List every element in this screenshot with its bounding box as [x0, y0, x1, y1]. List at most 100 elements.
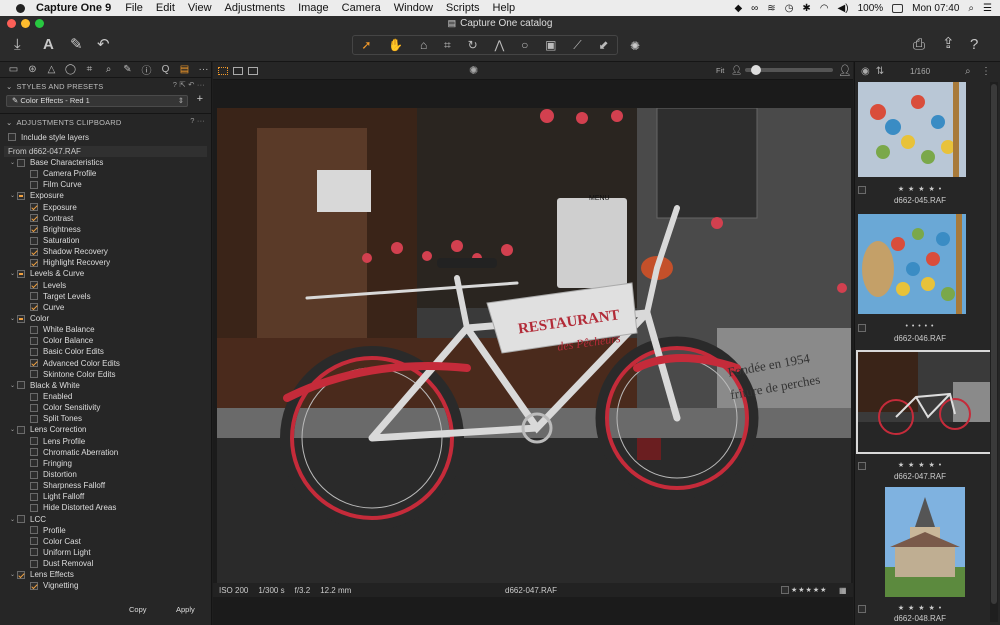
- time-machine-icon[interactable]: ◷: [785, 3, 794, 14]
- styles-preset-dropdown[interactable]: ✎ Color Effects - Red 1 ⇕ +: [6, 94, 203, 107]
- adjustment-checkbox[interactable]: [30, 214, 38, 223]
- adjustment-checkbox[interactable]: [30, 437, 38, 446]
- adjustment-group-row[interactable]: ⌄ Lens Correction: [0, 424, 211, 435]
- sync-icon[interactable]: ≋: [767, 3, 775, 14]
- adjustment-checkbox[interactable]: [17, 269, 25, 278]
- adjustment-checkbox[interactable]: [30, 503, 38, 512]
- adjustment-item-row[interactable]: Sharpness Falloff: [0, 480, 211, 491]
- eye-icon[interactable]: ◉: [861, 66, 870, 77]
- adjustment-checkbox[interactable]: [30, 481, 38, 490]
- minimize-window-button[interactable]: [21, 19, 30, 28]
- volume-icon[interactable]: ◀): [838, 3, 849, 14]
- thumbnail-2-stars[interactable]: • • • • •: [855, 323, 985, 330]
- capture-tab-icon[interactable]: ⊛: [25, 64, 40, 75]
- apple-icon[interactable]: [14, 2, 28, 14]
- spot-removal-tool-icon[interactable]: ○: [521, 38, 528, 52]
- adjustment-checkbox[interactable]: [17, 570, 25, 579]
- output-tab-icon[interactable]: Q: [158, 64, 173, 75]
- collapse-icon[interactable]: ⌄: [6, 82, 12, 91]
- library-tab-icon[interactable]: ▭: [6, 64, 21, 75]
- adjustment-item-row[interactable]: Basic Color Edits: [0, 346, 211, 357]
- menu-view[interactable]: View: [188, 2, 212, 14]
- menu-file[interactable]: File: [125, 2, 143, 14]
- color-tab-icon[interactable]: △: [44, 64, 59, 75]
- color-tag-icon[interactable]: ▦: [839, 586, 847, 595]
- expand-chevron-icon[interactable]: ⌄: [8, 382, 17, 389]
- adjustment-item-row[interactable]: Camera Profile: [0, 168, 211, 179]
- picker-tool-icon[interactable]: ⟋: [573, 38, 581, 53]
- adjustment-item-row[interactable]: Color Cast: [0, 536, 211, 547]
- adjustment-item-row[interactable]: Highlight Recovery: [0, 257, 211, 268]
- grid-view-icon[interactable]: [218, 66, 228, 75]
- expand-chevron-icon[interactable]: ⌄: [8, 516, 17, 523]
- keystone-tool-icon[interactable]: ⋀: [494, 38, 504, 52]
- adjustment-item-row[interactable]: Skintone Color Edits: [0, 369, 211, 380]
- menu-window[interactable]: Window: [394, 2, 433, 14]
- thumbnail-1-stars[interactable]: ★ ★ ★ ★ •: [855, 185, 985, 193]
- adjustment-item-row[interactable]: Exposure: [0, 202, 211, 213]
- lens-tab-icon[interactable]: ◯: [63, 64, 78, 75]
- adjustment-checkbox[interactable]: [30, 403, 38, 412]
- notification-center-icon[interactable]: ☰: [983, 3, 992, 14]
- adjustment-checkbox[interactable]: [30, 559, 38, 568]
- browser-options-icon[interactable]: ⋮: [981, 66, 991, 77]
- menu-image[interactable]: Image: [298, 2, 329, 14]
- adjustment-checkbox[interactable]: [30, 414, 38, 423]
- adjustments-tab-icon[interactable]: ▤: [177, 64, 192, 75]
- text-tool-icon[interactable]: A: [43, 37, 54, 53]
- expand-chevron-icon[interactable]: ⌄: [8, 192, 17, 199]
- print-icon[interactable]: ⎙: [913, 37, 925, 53]
- adjustment-checkbox[interactable]: [30, 359, 38, 368]
- menu-app-name[interactable]: Capture One 9: [36, 2, 111, 14]
- adjustment-checkbox[interactable]: [30, 448, 38, 457]
- expand-chevron-icon[interactable]: ⌄: [8, 270, 17, 277]
- zoom-slider-thumb[interactable]: [751, 65, 761, 75]
- adjustment-group-row[interactable]: ⌄ Lens Effects: [0, 569, 211, 580]
- main-photo[interactable]: RESTAURANT des Pêcheurs Fondée en 1954 f…: [217, 108, 851, 584]
- undo-icon[interactable]: ↶: [97, 37, 110, 53]
- adjustment-item-row[interactable]: Levels: [0, 280, 211, 291]
- adjustment-item-row[interactable]: Color Balance: [0, 335, 211, 346]
- more-tabs-icon[interactable]: ···: [196, 64, 211, 75]
- expand-chevron-icon[interactable]: ⌄: [8, 426, 17, 433]
- thumbnail-3-selected[interactable]: [856, 350, 995, 454]
- battery-text[interactable]: 100%: [858, 3, 884, 14]
- adjustment-checkbox[interactable]: [30, 336, 38, 345]
- adjustment-checkbox[interactable]: [30, 526, 38, 535]
- menu-edit[interactable]: Edit: [156, 2, 175, 14]
- adjustment-item-row[interactable]: Fringing: [0, 458, 211, 469]
- spotlight-icon[interactable]: ⌕: [968, 3, 974, 14]
- select-tool-icon[interactable]: ➚: [361, 38, 371, 52]
- adjustment-item-row[interactable]: Film Curve: [0, 179, 211, 190]
- rotate-tool-icon[interactable]: ↻: [468, 38, 478, 52]
- menu-help[interactable]: Help: [493, 2, 516, 14]
- adjustment-item-row[interactable]: Advanced Color Edits: [0, 358, 211, 369]
- zoom-slider[interactable]: [745, 65, 833, 75]
- adjustment-item-row[interactable]: Color Sensitivity: [0, 402, 211, 413]
- adjustment-item-row[interactable]: Enabled: [0, 391, 211, 402]
- adjustment-item-row[interactable]: Contrast: [0, 213, 211, 224]
- adjustment-item-row[interactable]: White Balance: [0, 324, 211, 335]
- adjustment-item-row[interactable]: Profile: [0, 525, 211, 536]
- adjustment-checkbox[interactable]: [30, 325, 38, 334]
- adjustment-item-row[interactable]: Uniform Light: [0, 547, 211, 558]
- adjustment-item-row[interactable]: Target Levels: [0, 291, 211, 302]
- creative-cloud-icon[interactable]: ∞: [751, 3, 758, 14]
- filmstrip-scrollbar[interactable]: [990, 82, 998, 622]
- filmstrip-scroll-thumb[interactable]: [991, 84, 997, 604]
- adjustment-group-row[interactable]: ⌄ LCC: [0, 514, 211, 525]
- thumbnail-1[interactable]: [858, 82, 966, 177]
- adjustment-item-row[interactable]: Dust Removal: [0, 558, 211, 569]
- brush-tool-icon[interactable]: ✎: [70, 37, 83, 53]
- adjustment-checkbox[interactable]: [30, 459, 38, 468]
- metadata-tab-icon[interactable]: ⓘ: [139, 62, 154, 77]
- details-tab-icon[interactable]: ✎: [120, 64, 135, 75]
- exposure-tab-icon[interactable]: ⌕: [101, 64, 116, 75]
- menu-adjustments[interactable]: Adjustments: [225, 2, 286, 14]
- styles-header-controls[interactable]: ? ⇱ ↶ ···: [173, 80, 205, 89]
- adjustment-checkbox[interactable]: [30, 581, 38, 590]
- search-icon[interactable]: ⌕: [965, 66, 971, 77]
- collapse-icon[interactable]: ⌄: [6, 118, 12, 127]
- adjustment-checkbox[interactable]: [30, 537, 38, 546]
- adjustment-checkbox[interactable]: [30, 258, 38, 267]
